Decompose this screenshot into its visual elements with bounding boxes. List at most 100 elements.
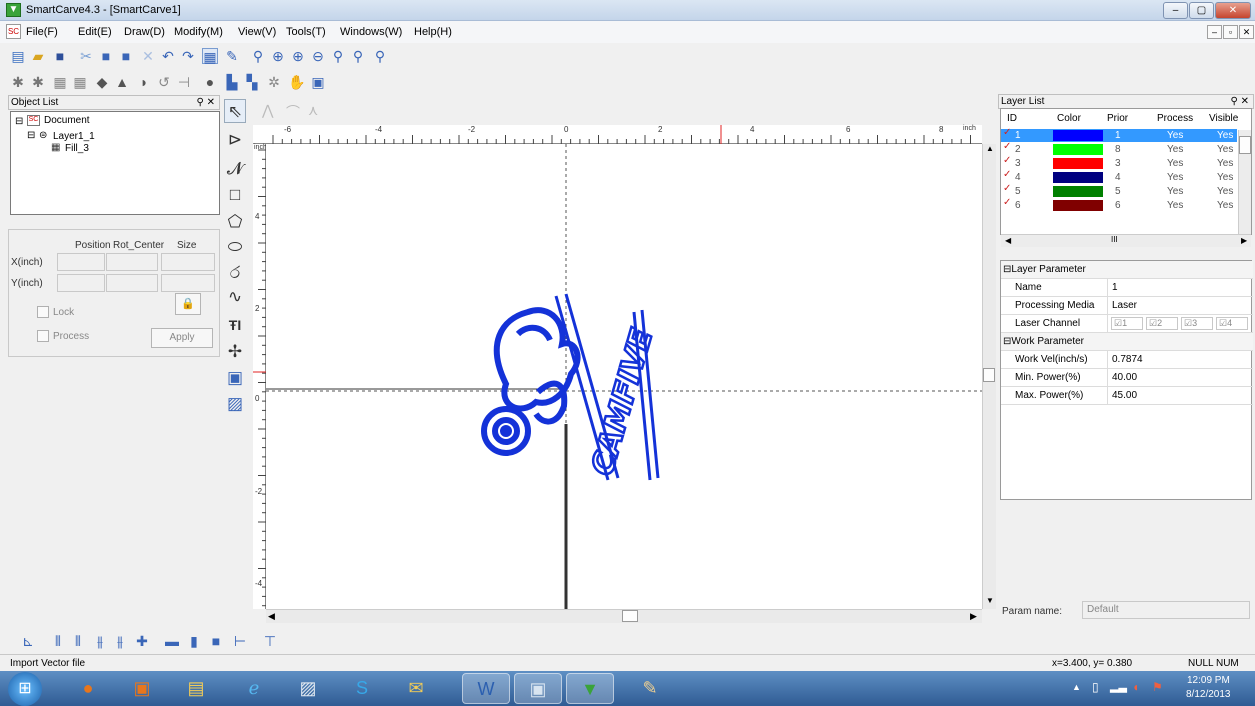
align-center-icon[interactable]: ✚: [134, 633, 150, 649]
new-file-icon[interactable]: ▤: [10, 48, 26, 64]
space-horizontal-icon[interactable]: ⊢: [232, 633, 248, 649]
select-tool-icon[interactable]: ⇖: [224, 99, 246, 123]
distribute-icon[interactable]: ▦: [72, 74, 88, 90]
show-hidden-icons[interactable]: ▲: [1072, 682, 1081, 692]
trim-icon[interactable]: ▲: [114, 74, 130, 90]
properties-icon[interactable]: ▦: [202, 48, 218, 65]
node-edit-tool-icon[interactable]: ⊳: [224, 128, 246, 152]
channel-2-checkbox[interactable]: ☑2: [1146, 317, 1178, 330]
cut-icon[interactable]: ✂: [78, 48, 94, 64]
name-row[interactable]: Name 1: [1001, 279, 1253, 297]
tree-layer[interactable]: Layer1_1: [53, 131, 95, 142]
align-top-icon[interactable]: ⫵: [92, 633, 108, 649]
layer-color-swatch[interactable]: [1053, 130, 1103, 141]
x-rotcenter-field[interactable]: [106, 253, 158, 271]
checkmark-icon[interactable]: ✓: [1003, 155, 1011, 166]
mdi-minimize-button[interactable]: –: [1207, 25, 1222, 39]
polygon-tool-icon[interactable]: ⬠: [224, 210, 246, 234]
image-tool-icon[interactable]: ▣: [224, 366, 246, 390]
checkmark-icon[interactable]: ✓: [1003, 183, 1011, 194]
preview-icon[interactable]: ▣: [310, 74, 326, 90]
tree-expand-icon[interactable]: ⊟: [27, 130, 35, 141]
scroll-right-icon[interactable]: ▶: [970, 611, 977, 622]
smartcarve-taskbar-icon[interactable]: ▼: [566, 673, 614, 704]
tree-fill[interactable]: Fill_3: [65, 143, 89, 154]
zoom-page-icon[interactable]: ⚲: [350, 48, 366, 64]
mdi-restore-button[interactable]: ▫: [1223, 25, 1238, 39]
zoom-fit-icon[interactable]: ⊕: [290, 48, 306, 64]
menu-help[interactable]: Help(H): [414, 26, 452, 38]
process-checkbox[interactable]: [37, 330, 49, 342]
polyline-tool-icon[interactable]: 𝓝: [224, 157, 246, 181]
menu-view[interactable]: View(V): [238, 26, 276, 38]
maximize-button[interactable]: ▢: [1189, 2, 1214, 19]
work-velocity-row[interactable]: Work Vel(inch/s) 0.7874: [1001, 351, 1253, 369]
array-icon[interactable]: ▦: [52, 74, 68, 90]
channel-4-checkbox[interactable]: ☑4: [1216, 317, 1248, 330]
scroll-right-icon[interactable]: ▶: [1241, 236, 1247, 245]
same-width-icon[interactable]: ▬: [164, 633, 180, 649]
layer-vertical-scrollbar[interactable]: [1238, 130, 1251, 235]
mdi-close-button[interactable]: ✕: [1239, 25, 1254, 39]
action-center-icon[interactable]: ⚑: [1152, 680, 1163, 694]
lock-checkbox[interactable]: [37, 306, 49, 318]
scroll-left-icon[interactable]: ◀: [268, 611, 275, 622]
rotate-icon[interactable]: ↺: [156, 74, 172, 90]
menu-tools[interactable]: Tools(T): [286, 26, 326, 38]
align-origin-icon[interactable]: ⊾: [20, 633, 36, 649]
zoom-out-icon[interactable]: ⊖: [310, 48, 326, 64]
vertical-scrollbar[interactable]: ▲ ▼: [982, 144, 996, 609]
scroll-down-icon[interactable]: ▼: [986, 596, 994, 605]
delete-icon[interactable]: ✕: [140, 48, 156, 64]
layer-color-swatch[interactable]: [1053, 158, 1103, 169]
barcode-tool-icon[interactable]: ▨: [224, 392, 246, 416]
group-icon[interactable]: ✱: [10, 74, 26, 90]
network-icon[interactable]: ▂▃: [1110, 680, 1127, 693]
paint-taskbar-icon[interactable]: ✎: [626, 673, 674, 704]
x-position-field[interactable]: [57, 253, 105, 271]
image-trace-icon[interactable]: ▚: [244, 74, 260, 90]
menu-modify[interactable]: Modify(M): [174, 26, 223, 38]
layer-row[interactable]: ✓ 4 4 Yes Yes: [1001, 169, 1237, 184]
drawing-canvas[interactable]: CAMFIVE: [266, 144, 982, 609]
undo-icon[interactable]: ↶: [160, 48, 176, 64]
layer-color-swatch[interactable]: [1053, 172, 1103, 183]
work-parameter-section[interactable]: ⊟Work Parameter: [1001, 333, 1253, 351]
checkmark-icon[interactable]: ✓: [1003, 127, 1011, 138]
circle-fill-icon[interactable]: ●: [202, 74, 218, 90]
channel-1-checkbox[interactable]: ☑1: [1111, 317, 1143, 330]
battery-icon[interactable]: ▯: [1092, 680, 1099, 694]
checkmark-icon[interactable]: ✓: [1003, 169, 1011, 180]
remote-desktop-taskbar-icon[interactable]: ▨: [284, 673, 332, 704]
crosshair-tool-icon[interactable]: ✢: [224, 340, 246, 364]
volume-icon[interactable]: ◖: [1132, 680, 1139, 694]
text-tool-icon[interactable]: ŦI: [224, 313, 246, 337]
rectangle-tool-icon[interactable]: □: [224, 183, 246, 207]
layer-row[interactable]: ✓ 2 8 Yes Yes: [1001, 141, 1237, 156]
curve-tool-icon[interactable]: ර: [224, 261, 246, 285]
vertical-scroll-thumb[interactable]: [983, 368, 995, 382]
bezier-tool-icon[interactable]: ∿: [224, 285, 246, 309]
checkmark-icon[interactable]: ✓: [1003, 141, 1011, 152]
scroll-left-icon[interactable]: ◀: [1005, 236, 1011, 245]
horizontal-scroll-thumb[interactable]: [622, 610, 638, 622]
outlook-taskbar-icon[interactable]: ✉: [392, 673, 440, 704]
ungroup-icon[interactable]: ✱: [30, 74, 46, 90]
close-button[interactable]: ✕: [1215, 2, 1251, 19]
apply-button[interactable]: Apply: [151, 328, 213, 348]
checkmark-icon[interactable]: ✓: [1003, 197, 1011, 208]
explorer-taskbar-icon[interactable]: ▤: [172, 673, 220, 704]
copy-icon[interactable]: ■: [98, 48, 114, 64]
y-position-field[interactable]: [57, 274, 105, 292]
layer-horizontal-scrollbar[interactable]: ◀ III ▶: [1001, 234, 1251, 247]
open-folder-icon[interactable]: ▰: [30, 48, 46, 64]
picture-viewer-taskbar-icon[interactable]: ▣: [514, 673, 562, 704]
y-size-field[interactable]: [161, 274, 215, 292]
x-size-field[interactable]: [161, 253, 215, 271]
media-player-taskbar-icon[interactable]: ▣: [118, 673, 166, 704]
zoom-selection-icon[interactable]: ⚲: [330, 48, 346, 64]
same-height-icon[interactable]: ▮: [186, 633, 202, 649]
lock-icon[interactable]: 🔒: [175, 293, 201, 315]
clock-time[interactable]: 12:09 PM: [1187, 675, 1230, 686]
redo-icon[interactable]: ↷: [180, 48, 196, 64]
